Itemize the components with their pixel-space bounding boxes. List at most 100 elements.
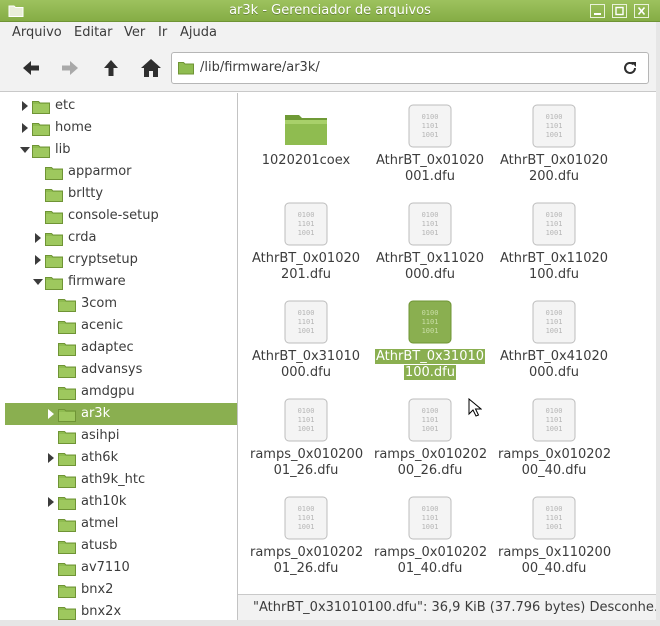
folder-icon [178, 62, 194, 75]
sidebar-item-av7110[interactable]: av7110 [5, 557, 237, 579]
sidebar-item-asihpi[interactable]: asihpi [5, 425, 237, 447]
svg-text:0100: 0100 [546, 113, 563, 121]
sidebar-item-atusb[interactable]: atusb [5, 535, 237, 557]
home-button[interactable] [139, 56, 163, 80]
sidebar-tree[interactable]: etc home lib apparmor brltty console-setup crd… [5, 93, 237, 620]
sidebar-item-home[interactable]: home [5, 117, 237, 139]
folder-icon [32, 145, 50, 158]
back-button[interactable] [19, 56, 43, 80]
svg-text:1001: 1001 [546, 523, 563, 531]
sidebar-item-adaptec[interactable]: adaptec [5, 337, 237, 359]
close-icon[interactable] [634, 4, 649, 18]
folder-item[interactable]: 1020201coex [250, 93, 362, 183]
expander-closed-icon[interactable] [33, 254, 43, 266]
svg-text:0100: 0100 [422, 211, 439, 219]
forward-button[interactable] [58, 56, 82, 80]
binary-file-icon: 0100 1101 1001 [283, 201, 329, 247]
menu-arquivo[interactable]: Arquivo [12, 25, 62, 40]
sidebar-item-bnx2[interactable]: bnx2 [5, 579, 237, 601]
file-item[interactable]: 0100 1101 1001 AthrBT_0x31010 000.dfu [250, 289, 362, 381]
sidebar-item-ath6k[interactable]: ath6k [5, 447, 237, 469]
folder-icon [283, 103, 329, 149]
file-name-line: AthrBT_0x01020 [499, 153, 609, 168]
file-item[interactable]: 0100 1101 1001 AthrBT_0x31010 100.dfu [374, 289, 486, 380]
expander-open-icon[interactable] [33, 276, 43, 288]
file-item[interactable]: 0100 1101 1001 AthrBT_0x11020 100.dfu [498, 191, 610, 282]
sidebar-item-label: atusb [81, 538, 118, 553]
menu-ajuda[interactable]: Ajuda [180, 25, 217, 40]
file-name: ramps_0x010202 01_26.dfu [250, 545, 363, 577]
file-name-line: AthrBT_0x01020 [375, 153, 485, 168]
sidebar-item-apparmor[interactable]: apparmor [5, 161, 237, 183]
sidebar-item-bnx2x[interactable]: bnx2x [5, 601, 237, 620]
expander-open-icon[interactable] [20, 144, 30, 156]
file-name: ramps_0x010202 00_40.dfu [498, 447, 611, 479]
expander-closed-icon[interactable] [20, 100, 30, 112]
file-item[interactable]: 0100 1101 1001 ramps_0x010200 01_26.dfu [250, 387, 363, 478]
sidebar-item-crda[interactable]: crda [5, 227, 237, 249]
svg-text:0100: 0100 [298, 211, 315, 219]
menu-editar[interactable]: Editar [74, 25, 113, 40]
file-grid[interactable]: 1020201coex 0100 1101 1001 AthrBT_0x01020 001… [238, 93, 656, 594]
sidebar-item-label: amdgpu [81, 384, 135, 399]
expander-closed-icon[interactable] [46, 496, 56, 508]
menu-ver[interactable]: Ver [124, 25, 145, 40]
sidebar-item-ar3k[interactable]: ar3k [5, 403, 237, 425]
sidebar-item-advansys[interactable]: advansys [5, 359, 237, 381]
file-name-line: 00_40.dfu [521, 561, 587, 576]
file-item[interactable]: 0100 1101 1001 AthrBT_0x01020 200.dfu [498, 93, 610, 185]
minimize-icon[interactable] [590, 4, 605, 18]
file-name-line: ramps_0x110200 [498, 545, 612, 560]
file-item[interactable]: 0100 1101 1001 ramps_0x010202 00_40.dfu [498, 387, 611, 479]
sidebar-item-label: apparmor [68, 164, 132, 179]
file-name: 1020201coex [250, 153, 362, 169]
file-name-line: AthrBT_0x01020 [251, 251, 361, 266]
svg-text:1101: 1101 [546, 318, 563, 326]
folder-icon [58, 431, 76, 444]
expander-closed-icon[interactable] [46, 452, 56, 464]
sidebar-item-acenic[interactable]: acenic [5, 315, 237, 337]
expander-closed-icon[interactable] [20, 122, 30, 134]
binary-file-icon: 0100 1101 1001 [531, 495, 577, 541]
sidebar-item-label: home [55, 120, 92, 135]
svg-text:0100: 0100 [546, 505, 563, 513]
sidebar-item-cryptsetup[interactable]: cryptsetup [5, 249, 237, 271]
sidebar-item-label: acenic [81, 318, 124, 333]
menu-ir[interactable]: Ir [158, 25, 167, 40]
up-button[interactable] [99, 56, 123, 80]
sidebar-item-3com[interactable]: 3com [5, 293, 237, 315]
file-item[interactable]: 0100 1101 1001 AthrBT_0x01020 001.dfu [374, 93, 486, 184]
reload-icon[interactable] [622, 60, 638, 76]
maximize-icon[interactable] [612, 4, 627, 18]
sidebar-item-ath10k[interactable]: ath10k [5, 491, 237, 513]
svg-text:1101: 1101 [298, 416, 315, 424]
file-item[interactable]: 0100 1101 1001 ramps_0x010202 01_26.dfu [250, 485, 363, 577]
arrow-left-icon [23, 61, 39, 75]
file-name-line: 01_40.dfu [397, 561, 463, 576]
file-name: AthrBT_0x01020 200.dfu [498, 153, 610, 185]
file-item[interactable]: 0100 1101 1001 ramps_0x110200 00_40.dfu [498, 485, 612, 576]
file-name-line: 00_26.dfu [397, 463, 463, 478]
file-item[interactable]: 0100 1101 1001 AthrBT_0x41020 000.dfu [498, 289, 610, 380]
file-name-line: 00_40.dfu [521, 463, 587, 478]
location-bar[interactable]: /lib/firmware/ar3k/ [171, 52, 649, 84]
sidebar-item-label: bnx2x [81, 604, 122, 619]
expander-closed-icon[interactable] [46, 408, 56, 420]
sidebar-item-etc[interactable]: etc [5, 95, 237, 117]
sidebar-item-firmware[interactable]: firmware [5, 271, 237, 293]
sidebar-item-console-setup[interactable]: console-setup [5, 205, 237, 227]
file-item[interactable]: 0100 1101 1001 AthrBT_0x01020 201.dfu [250, 191, 362, 282]
expander-closed-icon[interactable] [33, 232, 43, 244]
arrow-up-icon [104, 60, 118, 76]
title-bar[interactable]: ar3k - Gerenciador de arquivos [0, 0, 660, 22]
sidebar-item-lib[interactable]: lib [5, 139, 237, 161]
sidebar-item-amdgpu[interactable]: amdgpu [5, 381, 237, 403]
file-item[interactable]: 0100 1101 1001 AthrBT_0x11020 000.dfu [374, 191, 486, 282]
sidebar-item-atmel[interactable]: atmel [5, 513, 237, 535]
sidebar-item-ath9k_htc[interactable]: ath9k_htc [5, 469, 237, 491]
svg-text:0100: 0100 [298, 309, 315, 317]
sidebar-item-brltty[interactable]: brltty [5, 183, 237, 205]
file-item[interactable]: 0100 1101 1001 ramps_0x010202 01_40.dfu [374, 485, 487, 576]
file-name-line: 100.dfu [403, 365, 456, 380]
file-name: AthrBT_0x31010 000.dfu [250, 349, 362, 381]
